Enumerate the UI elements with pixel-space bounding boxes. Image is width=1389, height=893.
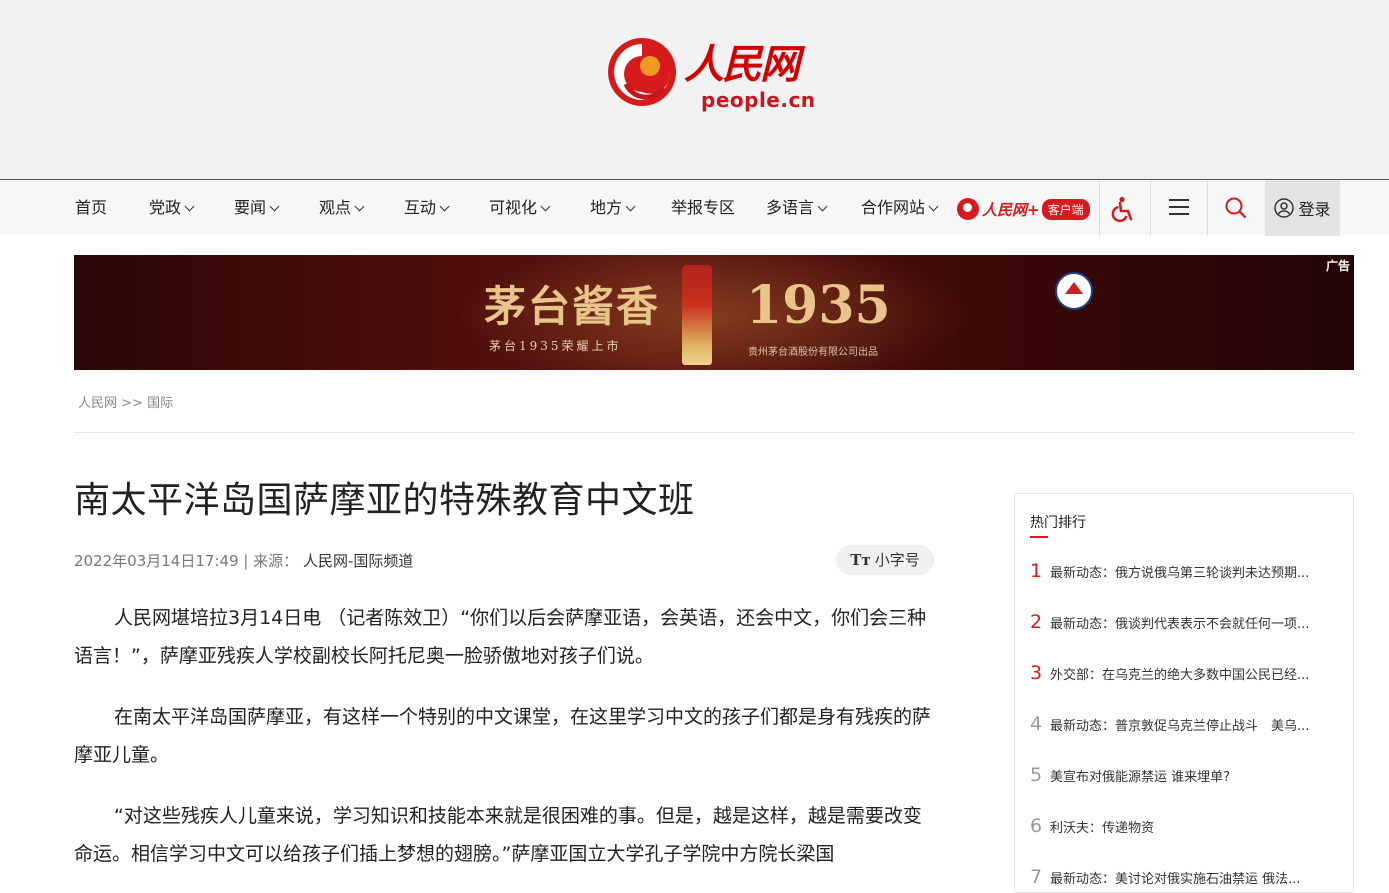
article-source-label: | 来源： <box>243 552 299 570</box>
rank-headline: 外交部：在乌克兰的绝大多数中国公民已经... <box>1050 667 1310 683</box>
main-nav: 首页 党政 要闻 观点 互动 可视化 地方 举报专区 多语言 合作网站 人民网+… <box>0 179 1389 236</box>
nav-item-interact[interactable]: 互动 <box>404 180 450 236</box>
app-download-badge[interactable]: 人民网+ 客户端 <box>957 196 1090 222</box>
ad-maker: 贵州茅台酒股份有限公司出品 <box>748 347 878 358</box>
ad-bottle-image <box>682 265 712 365</box>
site-header: 人民网 people.cn <box>0 0 1389 179</box>
nav-divider <box>1150 180 1151 236</box>
article-source[interactable]: 人民网-国际频道 <box>303 552 413 570</box>
divider <box>74 432 1354 433</box>
menu-icon[interactable] <box>1168 197 1190 217</box>
hot-ranking-heading: 热门排行 <box>1030 515 1086 531</box>
user-icon <box>1274 198 1295 218</box>
nav-item-local[interactable]: 地方 <box>590 180 636 236</box>
accessibility-icon[interactable] <box>1111 196 1137 222</box>
site-logo[interactable]: 人民网 people.cn <box>606 32 826 114</box>
article-paragraph: 在南太平洋岛国萨摩亚，有这样一个特别的中文课堂，在这里学习中文的孩子们都是身有残… <box>74 706 932 766</box>
rank-number: 3 <box>1030 662 1043 684</box>
rank-number: 5 <box>1030 764 1043 786</box>
logo-chinese-text: 人民网 <box>684 41 800 88</box>
article-paragraph: “对这些残疾人儿童来说，学习知识和技能本来就是很困难的事。但是，越是这样，越是需… <box>74 805 922 865</box>
nav-item-partners[interactable]: 合作网站 <box>861 180 939 236</box>
nav-item-opinion[interactable]: 观点 <box>319 180 365 236</box>
article-meta: 2022年03月14日17:49 | 来源： 人民网-国际频道 <box>74 550 413 571</box>
ranking-item[interactable]: 6 利沃夫：传递物资 <box>1030 814 1340 838</box>
chevron-down-icon <box>354 201 365 212</box>
ranking-item[interactable]: 7 最新动态：美讨论对俄实施石油禁运 俄法... <box>1030 865 1340 889</box>
font-size-icon: Tт <box>850 551 871 569</box>
heading-underline <box>1030 536 1048 538</box>
nav-item-news[interactable]: 要闻 <box>234 180 280 236</box>
nav-item-report[interactable]: 举报专区 <box>671 180 735 236</box>
login-label: 登录 <box>1298 200 1331 219</box>
ranking-item[interactable]: 3 外交部：在乌克兰的绝大多数中国公民已经... <box>1030 661 1340 685</box>
rank-number: 4 <box>1030 713 1043 735</box>
rank-headline: 利沃夫：传递物资 <box>1050 820 1155 836</box>
breadcrumb-separator: >> <box>121 396 143 411</box>
rank-number: 6 <box>1030 815 1043 837</box>
moutai-emblem-icon <box>1055 272 1093 310</box>
font-size-label: 小字号 <box>874 551 920 569</box>
app-tag: 客户端 <box>1041 198 1090 220</box>
breadcrumb: 人民网 >> 国际 <box>78 392 173 411</box>
nav-item-home[interactable]: 首页 <box>75 180 107 236</box>
logo-swirl-icon <box>608 38 676 106</box>
chevron-down-icon <box>184 201 195 212</box>
rank-headline: 最新动态：普京敦促乌克兰停止战斗 美乌... <box>1050 718 1310 734</box>
ranking-item[interactable]: 2 最新动态：俄谈判代表表示不会就任何一项... <box>1030 610 1340 634</box>
logo-english-text: people.cn <box>701 88 816 112</box>
ranking-item[interactable]: 1 最新动态：俄方说俄乌第三轮谈判未达预期... <box>1030 559 1340 583</box>
font-size-toggle[interactable]: Tт 小字号 <box>836 545 934 575</box>
nav-divider <box>1099 180 1100 236</box>
chevron-down-icon <box>625 201 636 212</box>
article-paragraph: 人民网堪培拉3月14日电 （记者陈效卫）“你们以后会萨摩亚语，会英语，还会中文，… <box>74 607 927 667</box>
chevron-down-icon <box>817 201 828 212</box>
nav-item-party[interactable]: 党政 <box>149 180 195 236</box>
search-icon[interactable] <box>1224 196 1248 220</box>
article-datetime: 2022年03月14日17:49 <box>74 552 239 570</box>
rank-number: 1 <box>1030 560 1043 582</box>
rank-headline: 最新动态：俄方说俄乌第三轮谈判未达预期... <box>1050 565 1310 581</box>
login-button[interactable]: 登录 <box>1265 180 1340 236</box>
breadcrumb-home[interactable]: 人民网 <box>78 396 117 411</box>
chevron-down-icon <box>269 201 280 212</box>
chevron-down-icon <box>928 201 939 212</box>
rank-number: 7 <box>1030 866 1043 888</box>
article-title: 南太平洋岛国萨摩亚的特殊教育中文班 <box>74 480 695 521</box>
rank-headline: 最新动态：美讨论对俄实施石油禁运 俄法... <box>1050 871 1301 887</box>
rank-headline: 最新动态：俄谈判代表表示不会就任何一项... <box>1050 616 1310 632</box>
ad-label: 广告 <box>1325 259 1350 273</box>
ranking-item[interactable]: 5 美宣布对俄能源禁运 谁来埋单? <box>1030 763 1340 787</box>
breadcrumb-section[interactable]: 国际 <box>147 396 173 411</box>
chevron-down-icon <box>540 201 551 212</box>
nav-item-languages[interactable]: 多语言 <box>766 180 828 236</box>
ranking-item[interactable]: 4 最新动态：普京敦促乌克兰停止战斗 美乌... <box>1030 712 1340 736</box>
nav-divider <box>1207 180 1208 236</box>
ad-title: 茅台酱香 <box>484 282 661 331</box>
ad-year: 1935 <box>746 275 891 336</box>
nav-item-visual[interactable]: 可视化 <box>489 180 551 236</box>
ad-banner[interactable]: 茅台酱香 茅台1935荣耀上市 1935 贵州茅台酒股份有限公司出品 广告 <box>74 255 1354 370</box>
app-name: 人民网+ <box>982 200 1040 219</box>
chevron-down-icon <box>439 201 450 212</box>
rank-number: 2 <box>1030 611 1043 633</box>
people-app-logo-icon <box>957 198 979 220</box>
rank-headline: 美宣布对俄能源禁运 谁来埋单? <box>1050 769 1231 785</box>
ad-subtitle: 茅台1935荣耀上市 <box>489 339 622 353</box>
hot-ranking-panel: 热门排行 1 最新动态：俄方说俄乌第三轮谈判未达预期... 2 最新动态：俄谈判… <box>1014 493 1354 893</box>
